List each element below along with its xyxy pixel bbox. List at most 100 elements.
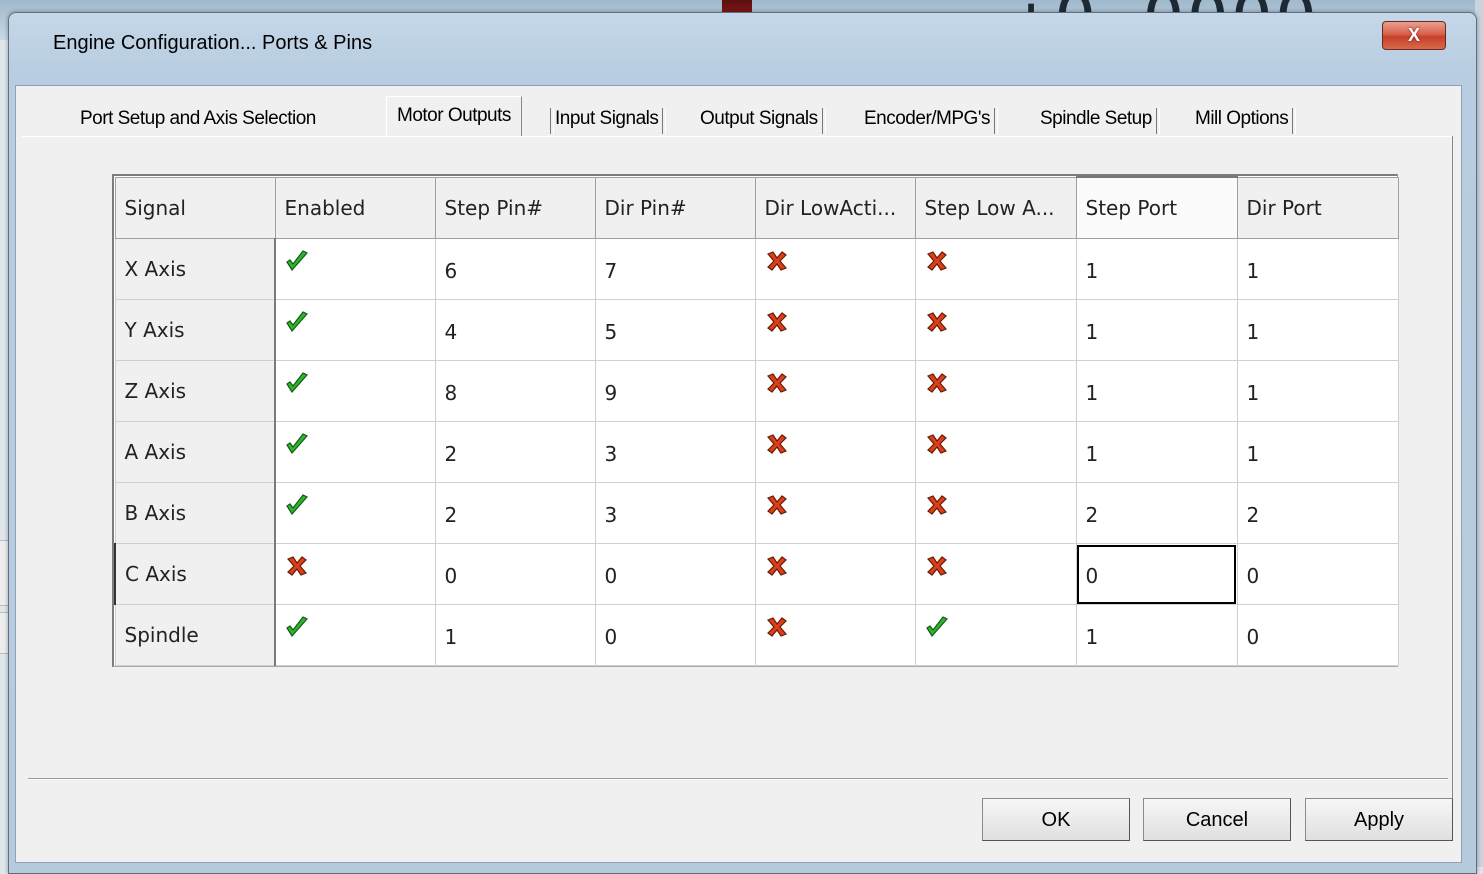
cell-step-pin[interactable]: 1	[434, 604, 596, 666]
cell-dir-port[interactable]: 0	[1236, 604, 1399, 666]
cross-icon	[925, 371, 949, 395]
cell-dir-port[interactable]: 1	[1236, 238, 1399, 300]
tab-separator	[1155, 108, 1160, 134]
column-header-dir-pin[interactable]: Dir Pin#	[594, 176, 756, 239]
checkmark-icon	[285, 493, 309, 517]
cell-value: 3	[604, 442, 618, 466]
tab-panel-border	[1452, 136, 1453, 806]
cell-dir-pin[interactable]: 3	[594, 421, 756, 483]
tab-motor-outputs[interactable]: Motor Outputs	[386, 96, 522, 137]
cross-icon	[285, 554, 309, 578]
cell-dir-port[interactable]: 2	[1236, 482, 1399, 544]
cell-step-low-active[interactable]	[914, 299, 1077, 361]
cell-step-port[interactable]: 1	[1075, 238, 1238, 300]
cell-dir-port[interactable]: 1	[1236, 299, 1399, 361]
cell-value: 0	[1085, 564, 1099, 588]
cell-step-port[interactable]: 1	[1075, 360, 1238, 422]
row-signal-label[interactable]: Y Axis	[114, 299, 276, 361]
row-signal-label[interactable]: Z Axis	[114, 360, 276, 422]
cell-dir-low-active[interactable]	[754, 299, 916, 361]
cell-step-port[interactable]: 0	[1075, 543, 1238, 605]
cell-enabled[interactable]	[274, 543, 436, 605]
ok-button[interactable]: OK	[982, 798, 1130, 841]
cell-dir-pin[interactable]: 0	[594, 604, 756, 666]
cell-dir-pin[interactable]: 9	[594, 360, 756, 422]
cell-step-port[interactable]: 1	[1075, 421, 1238, 483]
cell-enabled[interactable]	[274, 299, 436, 361]
column-header-signal[interactable]: Signal	[114, 176, 276, 239]
cross-icon	[765, 371, 789, 395]
cell-value: 1	[1085, 381, 1099, 405]
tab-mill-options[interactable]: Mill Options	[1195, 104, 1297, 134]
tab-spindle-setup[interactable]: Spindle Setup	[1040, 104, 1160, 134]
cell-value: 6	[444, 259, 458, 283]
cell-step-port[interactable]: 1	[1075, 299, 1238, 361]
title-bar[interactable]: Engine Configuration... Ports & Pins X	[9, 13, 1476, 73]
cell-step-pin[interactable]: 4	[434, 299, 596, 361]
cell-step-pin[interactable]: 6	[434, 238, 596, 300]
cell-enabled[interactable]	[274, 482, 436, 544]
checkmark-icon	[285, 249, 309, 273]
row-signal-label[interactable]: B Axis	[114, 482, 276, 544]
engine-config-dialog: Engine Configuration... Ports & Pins X P…	[8, 12, 1477, 874]
table-row: A Axis 2 3 1 1	[114, 421, 1399, 483]
cell-dir-pin[interactable]: 5	[594, 299, 756, 361]
row-signal-label[interactable]: X Axis	[114, 238, 276, 300]
table-row: Y Axis 4 5 1 1	[114, 299, 1399, 361]
cell-step-low-active[interactable]	[914, 482, 1077, 544]
tab-port-setup[interactable]: Port Setup and Axis Selection	[80, 104, 316, 134]
cancel-button[interactable]: Cancel	[1143, 798, 1291, 841]
column-header-step-pin[interactable]: Step Pin#	[434, 176, 596, 239]
cell-dir-port[interactable]: 0	[1236, 543, 1399, 605]
cell-dir-low-active[interactable]	[754, 604, 916, 666]
cell-dir-low-active[interactable]	[754, 238, 916, 300]
row-signal-label[interactable]: C Axis	[114, 543, 276, 605]
checkmark-icon	[285, 371, 309, 395]
column-header-step-low-active[interactable]: Step Low A...	[914, 176, 1077, 239]
cell-dir-low-active[interactable]	[754, 543, 916, 605]
cell-enabled[interactable]	[274, 238, 436, 300]
cell-step-port[interactable]: 1	[1075, 604, 1238, 666]
cell-step-low-active[interactable]	[914, 238, 1077, 300]
tab-output-signals[interactable]: Output Signals	[700, 104, 826, 134]
cell-enabled[interactable]	[274, 360, 436, 422]
apply-button[interactable]: Apply	[1305, 798, 1453, 841]
cell-step-low-active[interactable]	[914, 543, 1077, 605]
cell-step-low-active[interactable]	[914, 604, 1077, 666]
cell-dir-pin[interactable]: 3	[594, 482, 756, 544]
cell-enabled[interactable]	[274, 421, 436, 483]
tab-label: Output Signals	[700, 108, 818, 129]
tab-label: Input Signals	[555, 108, 659, 129]
cell-dir-low-active[interactable]	[754, 360, 916, 422]
cell-dir-low-active[interactable]	[754, 482, 916, 544]
column-header-dir-port[interactable]: Dir Port	[1236, 176, 1399, 239]
dialog-client-area: Port Setup and Axis Selection Motor Outp…	[15, 85, 1462, 863]
tab-encoder-mpgs[interactable]: Encoder/MPG's	[864, 104, 998, 134]
cell-dir-pin[interactable]: 7	[594, 238, 756, 300]
close-button[interactable]: X	[1382, 21, 1446, 50]
cell-enabled[interactable]	[274, 604, 436, 666]
cell-step-pin[interactable]: 2	[434, 482, 596, 544]
cell-dir-pin[interactable]: 0	[594, 543, 756, 605]
cross-icon	[765, 249, 789, 273]
cell-step-low-active[interactable]	[914, 421, 1077, 483]
cross-icon	[765, 310, 789, 334]
row-signal-label[interactable]: Spindle	[114, 604, 276, 666]
row-signal-label[interactable]: A Axis	[114, 421, 276, 483]
cell-step-pin[interactable]: 2	[434, 421, 596, 483]
column-header-dir-low-active[interactable]: Dir LowActi...	[754, 176, 916, 239]
cross-icon	[925, 554, 949, 578]
cell-value: 0	[1246, 564, 1260, 588]
cell-dir-port[interactable]: 1	[1236, 360, 1399, 422]
column-header-step-port[interactable]: Step Port	[1075, 176, 1238, 239]
column-header-enabled[interactable]: Enabled	[274, 176, 436, 239]
cell-dir-low-active[interactable]	[754, 421, 916, 483]
cell-step-pin[interactable]: 8	[434, 360, 596, 422]
cell-step-low-active[interactable]	[914, 360, 1077, 422]
cell-step-port[interactable]: 2	[1075, 482, 1238, 544]
motor-outputs-grid[interactable]: Signal Enabled Step Pin# Dir Pin# Dir Lo…	[112, 174, 1399, 667]
cell-dir-port[interactable]: 1	[1236, 421, 1399, 483]
cell-value: 8	[444, 381, 458, 405]
tab-input-signals[interactable]: Input Signals	[555, 104, 667, 134]
cell-step-pin[interactable]: 0	[434, 543, 596, 605]
